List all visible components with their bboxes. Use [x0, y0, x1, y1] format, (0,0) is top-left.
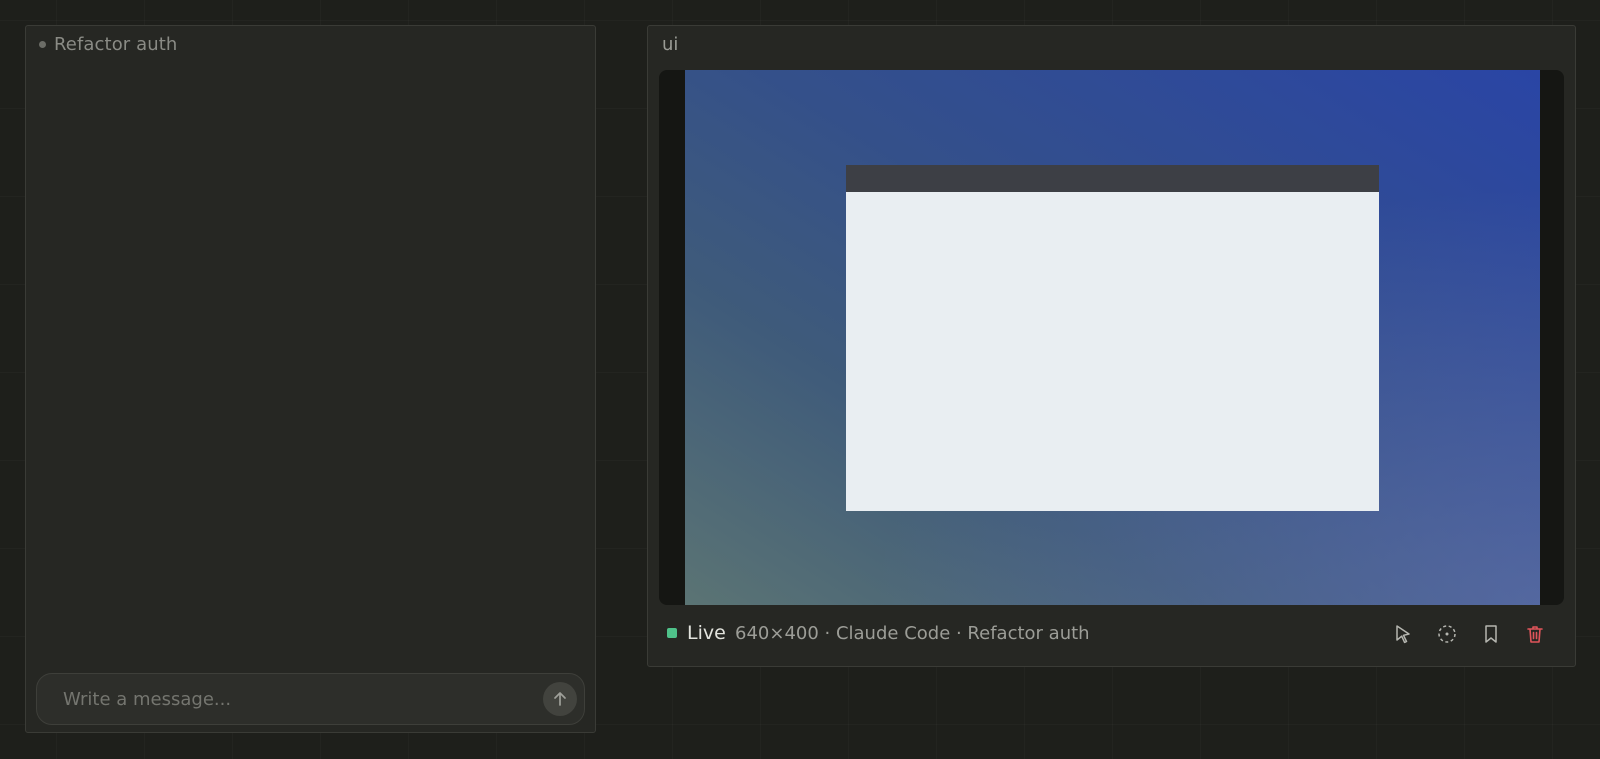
message-input[interactable] [63, 687, 523, 711]
cursor-pointer-icon [1396, 625, 1410, 644]
bookmark-button[interactable] [1477, 620, 1505, 648]
preview-panel: ui Live 640×400 · Claude Code · Refactor… [647, 25, 1576, 667]
send-button[interactable] [543, 682, 577, 716]
delete-button[interactable] [1521, 620, 1549, 648]
dashed-circle-target-icon [1438, 625, 1456, 643]
session-status-dot [39, 40, 46, 48]
trash-icon [1527, 626, 1543, 643]
app-window-titlebar[interactable] [846, 165, 1379, 192]
bookmark-icon [1485, 625, 1497, 643]
capture-button[interactable] [1433, 620, 1461, 648]
preview-title: ui [662, 34, 679, 55]
live-status-dot [667, 628, 677, 638]
preview-meta: 640×400 · Claude Code · Refactor auth [735, 623, 1090, 644]
chat-title: Refactor auth [54, 33, 178, 55]
select-element-button[interactable] [1389, 620, 1417, 648]
preview-viewport[interactable] [659, 70, 1564, 605]
preview-footer: Live 640×400 · Claude Code · Refactor au… [667, 616, 1557, 652]
message-composer [36, 673, 585, 725]
app-window[interactable] [846, 165, 1379, 511]
live-status-label: Live [687, 622, 726, 644]
chat-header: Refactor auth [39, 33, 178, 55]
chat-panel: Refactor auth [25, 25, 596, 733]
arrow-up-icon [554, 692, 566, 706]
desktop-screen[interactable] [685, 70, 1540, 605]
